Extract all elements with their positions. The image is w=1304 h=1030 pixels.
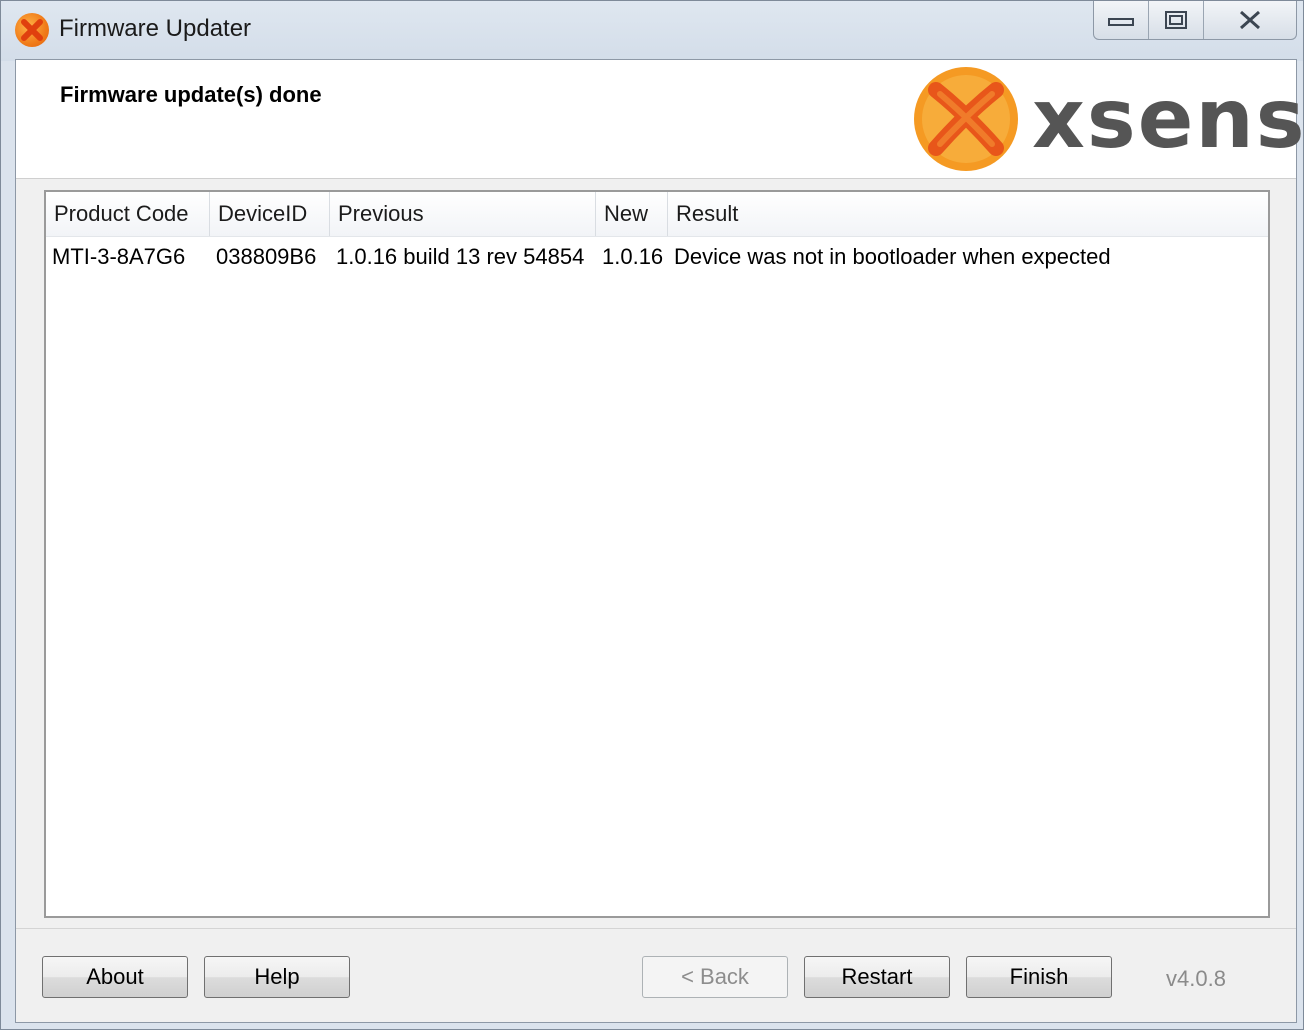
xsens-logo-mark-icon <box>914 67 1018 171</box>
maximize-icon[interactable] <box>1149 1 1204 39</box>
cell-new: 1.0.16 <box>602 244 664 269</box>
help-button[interactable]: Help <box>204 956 350 998</box>
version-label: v4.0.8 <box>1166 966 1226 991</box>
column-header-new[interactable]: New <box>596 192 668 236</box>
cell-device-id: 038809B6 <box>216 244 317 269</box>
table-header: Product Code DeviceID Previous New Resul… <box>46 192 1268 237</box>
window-title: Firmware Updater <box>59 15 252 42</box>
minimize-icon[interactable] <box>1094 1 1149 39</box>
column-header-result[interactable]: Result <box>668 192 1268 236</box>
firmware-updater-window: Firmware Updater Firmware update(s) done <box>0 0 1304 1030</box>
about-button[interactable]: About <box>42 956 188 998</box>
wizard-page: Firmware update(s) done xsens Product Co… <box>15 59 1304 1023</box>
title-bar[interactable]: Firmware Updater <box>1 1 1303 59</box>
page-header: Firmware update(s) done xsens <box>16 60 1304 179</box>
xsens-logo-text: xsens <box>1032 72 1304 167</box>
finish-button[interactable]: Finish <box>966 956 1112 998</box>
table-row[interactable]: MTI-3-8A7G6 038809B6 1.0.16 build 13 rev… <box>46 238 1268 276</box>
column-header-previous[interactable]: Previous <box>330 192 596 236</box>
window-controls <box>1093 1 1297 40</box>
back-button[interactable]: < Back <box>642 956 788 998</box>
footer-divider <box>16 928 1296 929</box>
restart-button[interactable]: Restart <box>804 956 950 998</box>
close-icon[interactable] <box>1204 1 1296 39</box>
cell-result: Device was not in bootloader when expect… <box>674 244 1111 269</box>
page-title: Firmware update(s) done <box>60 82 322 107</box>
xsens-app-icon <box>15 13 49 47</box>
cell-previous: 1.0.16 build 13 rev 54854 <box>336 244 585 269</box>
results-table: Product Code DeviceID Previous New Resul… <box>44 190 1270 918</box>
cell-product-code: MTI-3-8A7G6 <box>52 244 186 269</box>
column-header-product-code[interactable]: Product Code <box>46 192 210 236</box>
xsens-logo: xsens <box>910 64 1304 174</box>
column-header-device-id[interactable]: DeviceID <box>210 192 330 236</box>
